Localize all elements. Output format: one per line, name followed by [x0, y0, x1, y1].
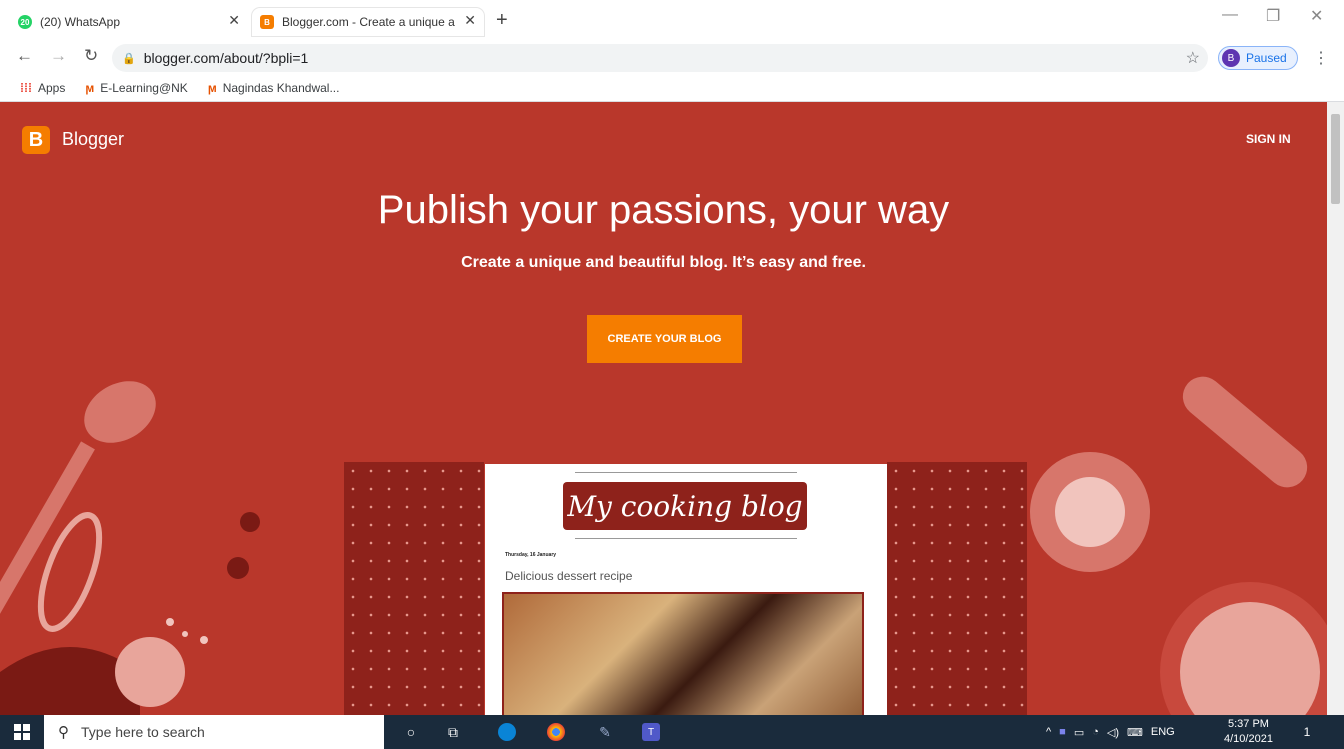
blogger-icon: B: [260, 15, 274, 29]
divider: [575, 472, 797, 473]
bookmark-apps[interactable]: ⁞⁞⁞ Apps: [20, 81, 65, 95]
search-icon: ⚲: [58, 724, 69, 741]
tab-title: Blogger.com - Create a unique a: [282, 15, 455, 29]
mockup-post-title: Delicious dessert recipe: [505, 569, 633, 583]
blogger-logo-icon[interactable]: B: [22, 126, 50, 154]
notification-count: 1: [1303, 725, 1311, 739]
clock-date: 4/10/2021: [1224, 733, 1273, 745]
kitchen-illustration-left: [0, 381, 260, 715]
language-indicator[interactable]: ENG: [1151, 726, 1175, 738]
forward-icon[interactable]: →: [50, 46, 67, 66]
page-scrollbar[interactable]: [1327, 102, 1344, 715]
divider: [575, 538, 797, 539]
apps-grid-icon: ⁞⁞⁞: [20, 80, 32, 95]
page-title: Publish your passions, your way: [377, 188, 950, 232]
volume-icon[interactable]: ◁): [1107, 726, 1119, 739]
mockup-pattern-left: [344, 462, 484, 715]
sign-in-link[interactable]: SIGN IN: [1246, 132, 1291, 146]
profile-status: Paused: [1246, 51, 1287, 65]
close-tab-icon[interactable]: ✕: [228, 12, 240, 29]
kitchen-illustration-right: [1030, 376, 1327, 715]
mockup-blog-title: My cooking blog: [563, 482, 807, 530]
bookmark-star-icon[interactable]: ☆: [1186, 48, 1200, 68]
clock-time: 5:37 PM: [1227, 718, 1269, 730]
profile-button[interactable]: B Paused: [1218, 46, 1298, 70]
tab-strip: 20 (20) WhatsApp ✕ B Blogger.com - Creat…: [0, 0, 1344, 40]
chevron-up-icon[interactable]: ^: [1046, 726, 1051, 738]
mockup-post-date: Thursday, 16 January: [505, 552, 557, 558]
bookmark-nagindas[interactable]: ϻ Nagindas Khandwal...: [208, 81, 340, 95]
url-text: blogger.com/about/?bpli=1: [143, 50, 309, 66]
create-blog-button[interactable]: CREATE YOUR BLOG: [587, 315, 742, 363]
taskbar-search-input[interactable]: ⚲ Type here to search: [44, 715, 384, 749]
mockup-pattern-right: [887, 462, 1027, 715]
chrome-icon[interactable]: [547, 723, 565, 741]
bookmark-elearning[interactable]: ϻ E-Learning@NK: [85, 81, 187, 95]
reload-icon[interactable]: ↻: [84, 46, 98, 66]
blogger-page: B Blogger SIGN IN Publish your passions,…: [0, 102, 1327, 715]
bookmark-label: E-Learning@NK: [100, 80, 188, 95]
tab-title: (20) WhatsApp: [40, 15, 121, 29]
windows-taskbar: ⚲ Type here to search ○ ⧉ ✎ T ^ ■ ▭ ◔ ◁)…: [0, 715, 1344, 749]
scrollbar-thumb[interactable]: [1331, 114, 1340, 204]
back-icon[interactable]: ←: [16, 46, 33, 66]
page-subtitle: Create a unique and beautiful blog. It’s…: [461, 254, 866, 271]
tab-whatsapp[interactable]: 20 (20) WhatsApp ✕: [18, 8, 248, 36]
bookmark-label: Nagindas Khandwal...: [222, 80, 340, 95]
wifi-icon[interactable]: ◔: [1092, 726, 1099, 738]
restore-icon[interactable]: ❐: [1266, 6, 1280, 26]
close-window-icon[interactable]: ✕: [1310, 6, 1323, 26]
bookmarks-bar: ⁞⁞⁞ Apps ϻ E-Learning@NK ϻ Nagindas Khan…: [0, 74, 1344, 102]
edge-icon[interactable]: [498, 723, 516, 741]
new-tab-button[interactable]: +: [496, 9, 508, 32]
tab-blogger[interactable]: B Blogger.com - Create a unique a ✕: [252, 8, 484, 36]
battery-icon[interactable]: ▭: [1074, 726, 1084, 739]
site-icon: ϻ: [85, 80, 95, 95]
lock-icon: 🔒: [122, 52, 136, 65]
mockup-post-photo: [502, 592, 864, 715]
minimize-icon[interactable]: —: [1222, 6, 1238, 24]
notification-icon[interactable]: 1: [1298, 723, 1316, 741]
cortana-icon[interactable]: ○: [402, 723, 420, 741]
system-tray: ^ ■ ▭ ◔ ◁) ⌨ ENG: [1046, 715, 1175, 749]
menu-icon[interactable]: ⋮: [1313, 48, 1329, 68]
teams-icon[interactable]: T: [642, 723, 660, 741]
clock[interactable]: 5:37 PM 4/10/2021: [1224, 717, 1273, 747]
search-placeholder: Type here to search: [81, 724, 205, 740]
whatsapp-icon: 20: [18, 15, 32, 29]
windows-start-icon[interactable]: [14, 724, 30, 740]
address-bar-row: ← → ↻ 🔒 blogger.com/about/?bpli=1 ☆ B Pa…: [0, 40, 1344, 74]
close-tab-icon[interactable]: ✕: [464, 12, 476, 29]
task-view-icon[interactable]: ⧉: [444, 723, 462, 741]
avatar: B: [1222, 49, 1240, 67]
blog-mockup: My cooking blog Thursday, 16 January Del…: [485, 464, 887, 715]
keyboard-icon[interactable]: ⌨: [1127, 726, 1143, 739]
site-icon: ϻ: [207, 80, 217, 95]
paint-icon[interactable]: ✎: [596, 723, 614, 741]
brand-name[interactable]: Blogger: [62, 129, 124, 150]
bookmark-label: Apps: [38, 80, 66, 95]
teams-tray-icon[interactable]: ■: [1059, 726, 1066, 738]
url-field[interactable]: 🔒 blogger.com/about/?bpli=1 ☆: [112, 44, 1208, 72]
